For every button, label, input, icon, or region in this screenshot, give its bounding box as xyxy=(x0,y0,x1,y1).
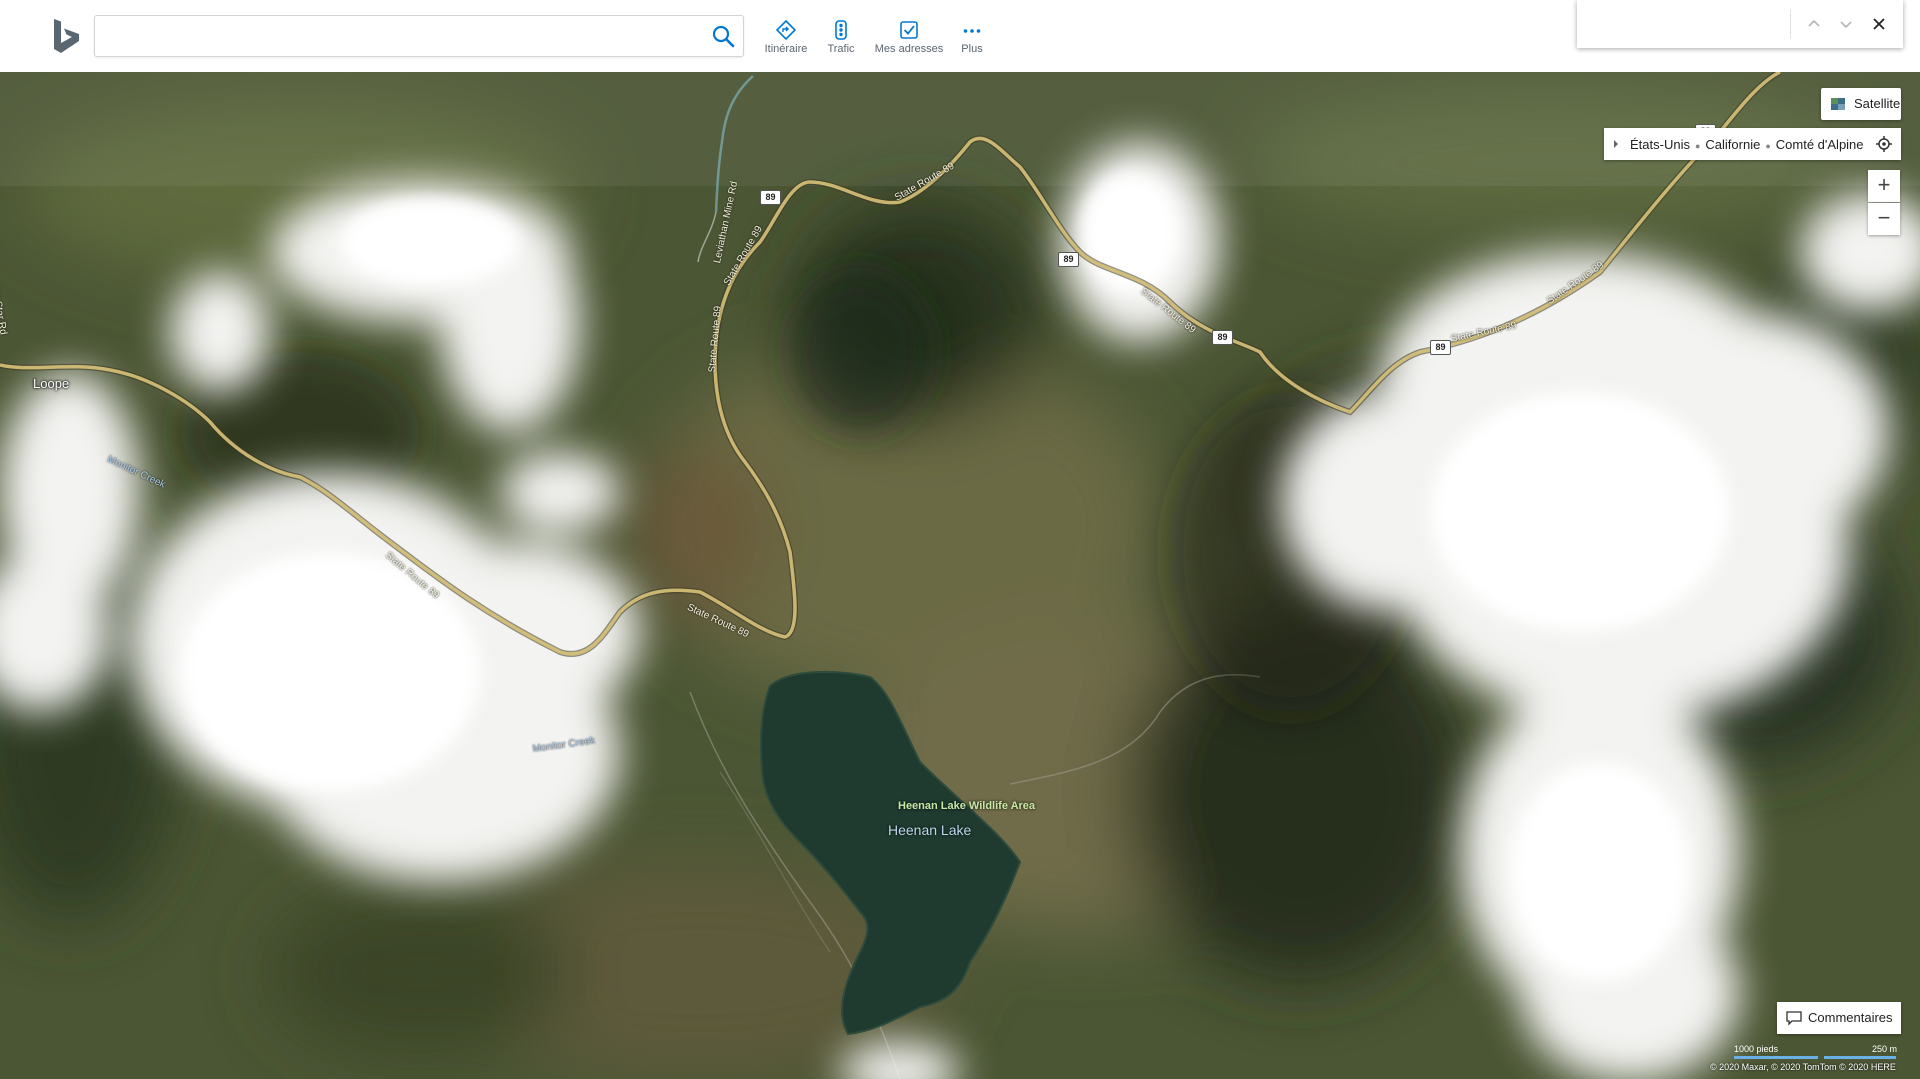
place-label-loope: Loope xyxy=(33,376,70,391)
map-style-button[interactable]: Satellite xyxy=(1821,88,1901,120)
nav-my-places[interactable]: Mes adresses xyxy=(873,20,945,60)
find-panel xyxy=(1577,0,1903,48)
locate-me-icon[interactable] xyxy=(1875,135,1893,153)
location-breadcrumb: États-Unis ● Californie ● Comté d'Alpine xyxy=(1604,128,1901,160)
find-input[interactable] xyxy=(1587,12,1787,38)
search-box xyxy=(94,15,744,57)
wildlife-area-label: Heenan Lake Wildlife Area xyxy=(898,800,1036,812)
chevron-down-icon[interactable] xyxy=(1834,12,1858,36)
map-scale: 1000 pieds 250 m xyxy=(1730,1042,1900,1060)
map-style-label: Satellite xyxy=(1854,96,1901,111)
scale-bar-imperial xyxy=(1734,1056,1818,1059)
find-divider xyxy=(1790,10,1791,38)
zoom-out-button[interactable]: − xyxy=(1868,203,1900,235)
nav-traffic[interactable]: Trafic xyxy=(824,20,858,60)
zoom-in-button[interactable]: + xyxy=(1868,170,1900,202)
comment-icon xyxy=(1786,1011,1802,1026)
chevron-up-icon[interactable] xyxy=(1802,12,1826,36)
breadcrumb-item[interactable]: Comté d'Alpine xyxy=(1776,137,1864,152)
search-input[interactable] xyxy=(105,22,699,50)
satellite-map[interactable]: Loope Heenan Lake Heenan Lake Wildlife A… xyxy=(0,72,1920,1079)
satellite-imagery xyxy=(0,72,1920,1079)
search-icon[interactable] xyxy=(711,24,735,48)
directions-icon xyxy=(776,20,796,40)
route-shield: 89 xyxy=(1430,340,1451,355)
nav-traffic-label: Trafic xyxy=(827,43,855,55)
more-dots-icon xyxy=(963,29,981,33)
nav-directions[interactable]: Itinéraire xyxy=(760,20,812,60)
bing-logo[interactable] xyxy=(52,18,82,54)
traffic-light-icon xyxy=(835,20,847,40)
breadcrumb-item[interactable]: Californie xyxy=(1705,137,1760,152)
caret-right-icon[interactable] xyxy=(1611,139,1621,149)
scale-bar-metric xyxy=(1824,1056,1896,1059)
breadcrumb-separator: ● xyxy=(1694,141,1701,151)
nav-directions-label: Itinéraire xyxy=(764,43,808,55)
nav-my-places-label: Mes adresses xyxy=(874,43,944,55)
feedback-label: Commentaires xyxy=(1808,1010,1893,1025)
route-shield: 89 xyxy=(1058,252,1079,267)
scale-metric: 250 m xyxy=(1872,1044,1898,1054)
satellite-icon xyxy=(1831,98,1845,110)
breadcrumb-separator: ● xyxy=(1765,141,1771,151)
breadcrumb-item[interactable]: États-Unis xyxy=(1630,137,1690,152)
close-icon[interactable] xyxy=(1867,12,1891,36)
my-places-icon xyxy=(900,21,918,39)
nav-more-label: Plus xyxy=(961,43,983,55)
nav-more[interactable]: Plus xyxy=(958,20,986,60)
copyright-text: © 2020 Maxar, © 2020 TomTom © 2020 HERE xyxy=(1710,1062,1896,1072)
route-shield: 89 xyxy=(1212,330,1233,345)
scale-imperial: 1000 pieds xyxy=(1734,1044,1779,1054)
lake-label: Heenan Lake xyxy=(888,822,972,838)
route-shield: 89 xyxy=(760,190,781,205)
feedback-button[interactable]: Commentaires xyxy=(1777,1002,1901,1034)
